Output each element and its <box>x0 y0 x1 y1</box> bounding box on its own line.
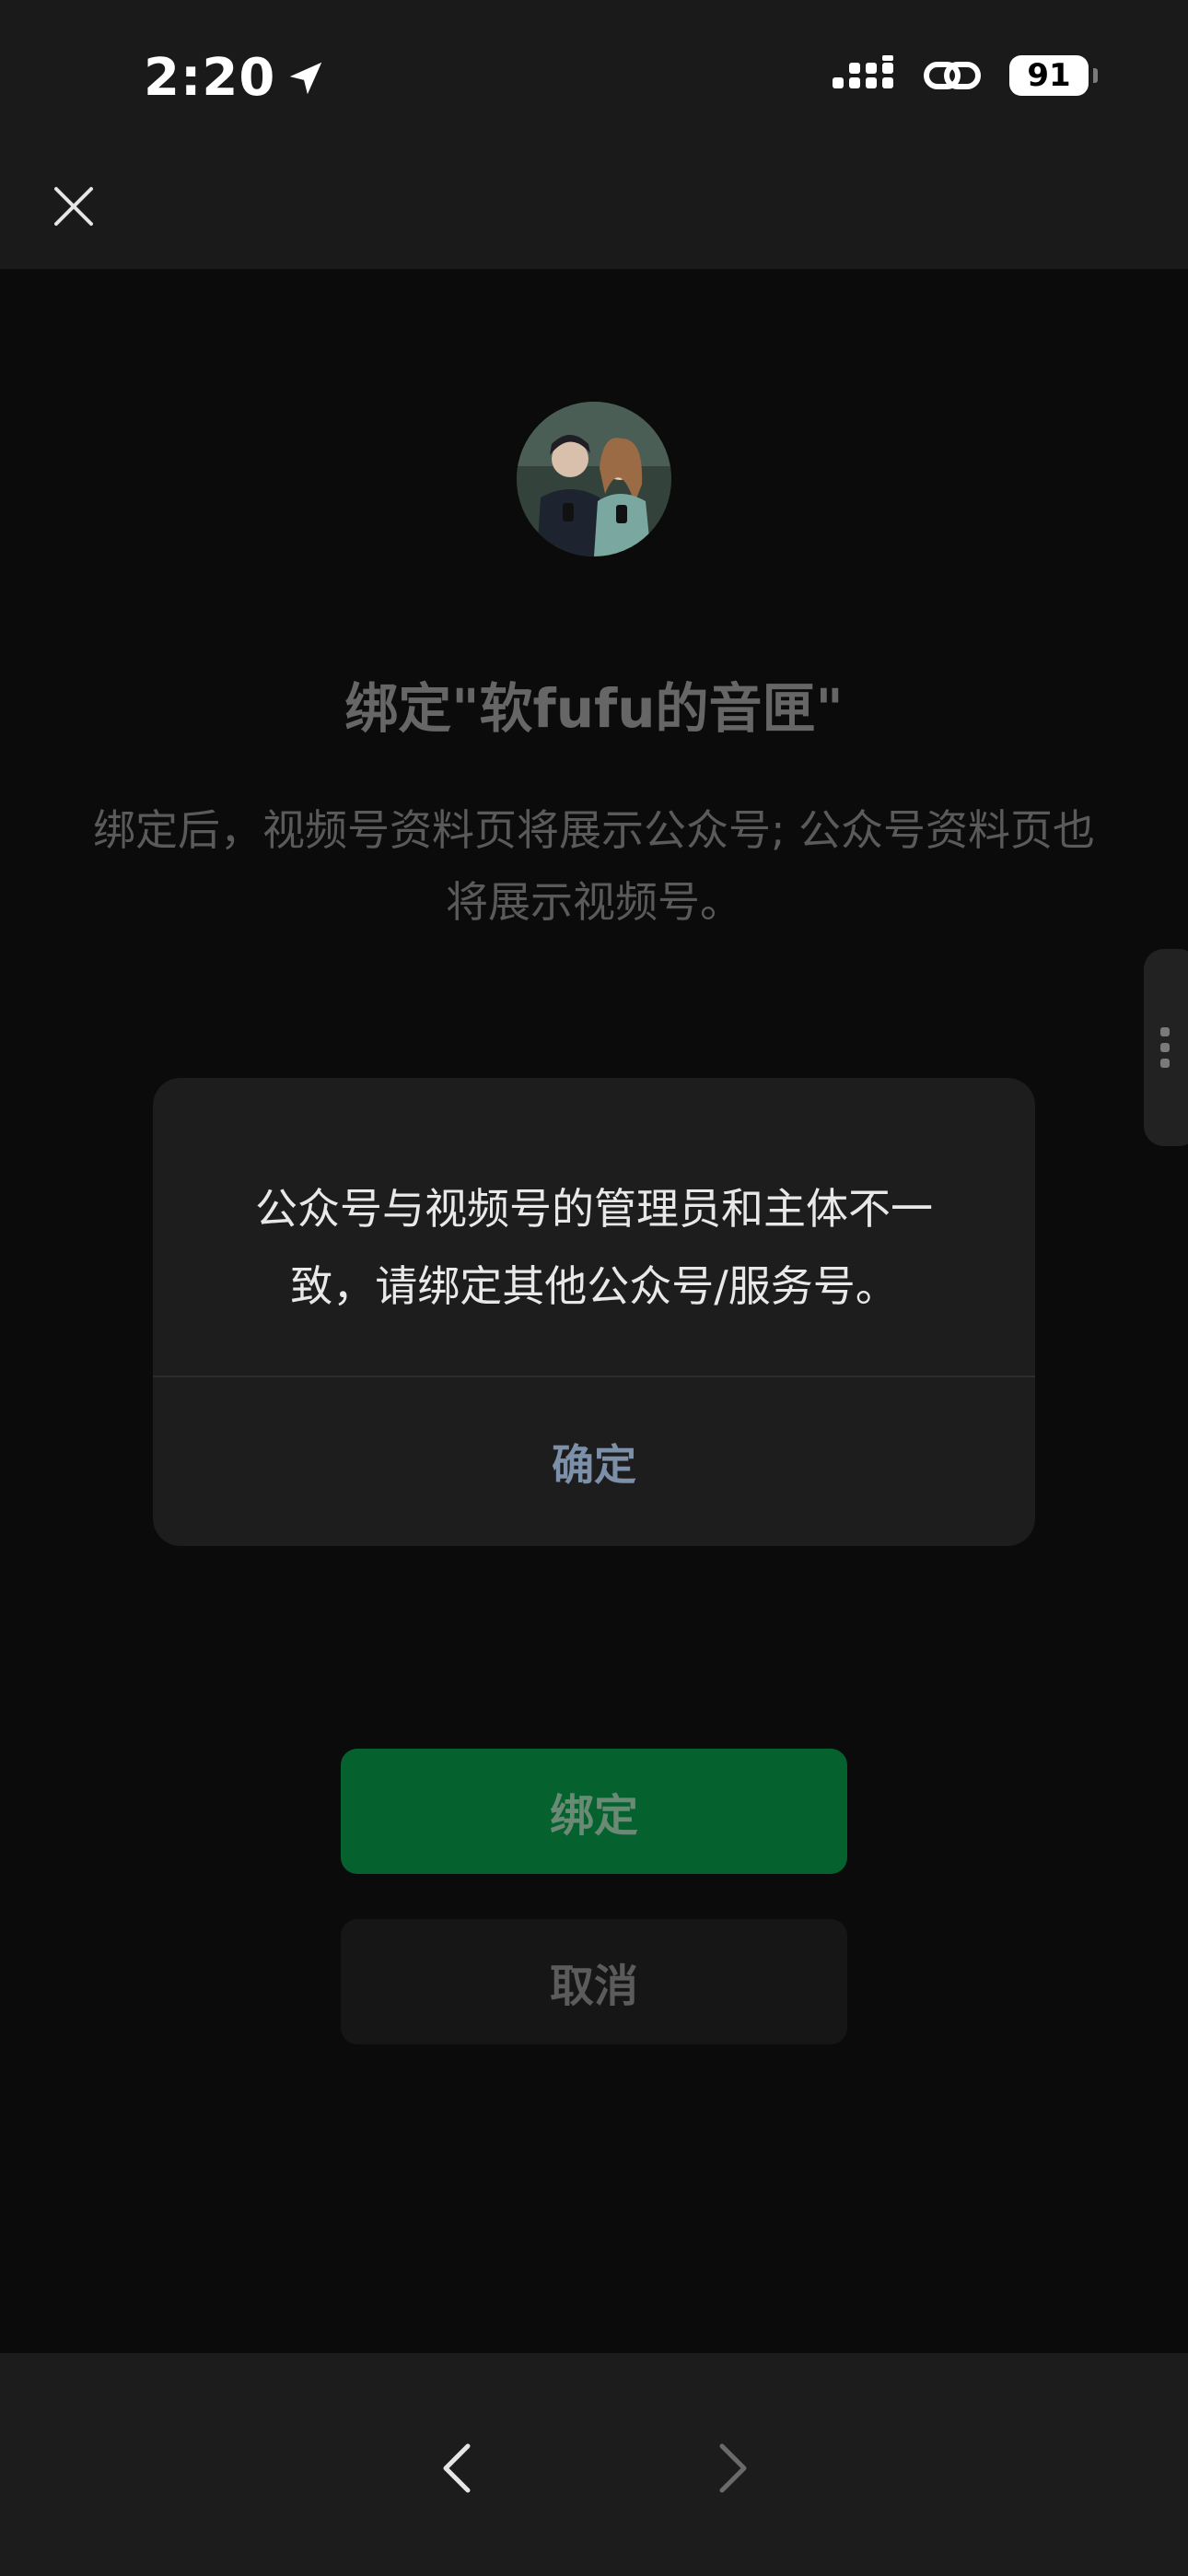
account-avatar <box>517 402 671 556</box>
chevron-right-icon <box>719 2443 747 2493</box>
nav-forward-button[interactable] <box>705 2418 761 2519</box>
page-title: 绑定"软fufu的音匣" <box>344 677 844 740</box>
alert-dialog: 公众号与视频号的管理员和主体不一致，请绑定其他公众号/服务号。 确定 <box>153 1078 1035 1546</box>
status-indicators: 91 <box>833 55 1098 96</box>
battery-level: 91 <box>1027 57 1071 94</box>
bind-button[interactable]: 绑定 <box>341 1749 847 1874</box>
bottom-nav-bar <box>0 2353 1188 2576</box>
nav-back-button[interactable] <box>429 2418 484 2519</box>
location-arrow-icon <box>290 62 322 94</box>
top-bar: 2:20 91 <box>0 0 1188 269</box>
dialog-confirm-button[interactable]: 确定 <box>153 1377 1035 1546</box>
chevron-left-icon <box>443 2443 471 2493</box>
battery-indicator: 91 <box>1009 55 1098 96</box>
close-button[interactable] <box>48 181 99 232</box>
page-description: 绑定后，视频号资料页将展示公众号; 公众号资料页也将展示视频号。 <box>92 805 1096 927</box>
dialog-message: 公众号与视频号的管理员和主体不一致，请绑定其他公众号/服务号。 <box>255 1184 933 1311</box>
side-drag-handle[interactable] <box>1144 949 1188 1146</box>
cellular-signal-icon <box>833 55 893 88</box>
link-icon <box>924 62 981 89</box>
vertical-dots-icon <box>1160 1027 1170 1068</box>
status-time-text: 2:20 <box>144 48 276 108</box>
cancel-button[interactable]: 取消 <box>341 1919 847 2044</box>
close-icon <box>54 187 93 226</box>
status-time: 2:20 <box>144 48 327 108</box>
